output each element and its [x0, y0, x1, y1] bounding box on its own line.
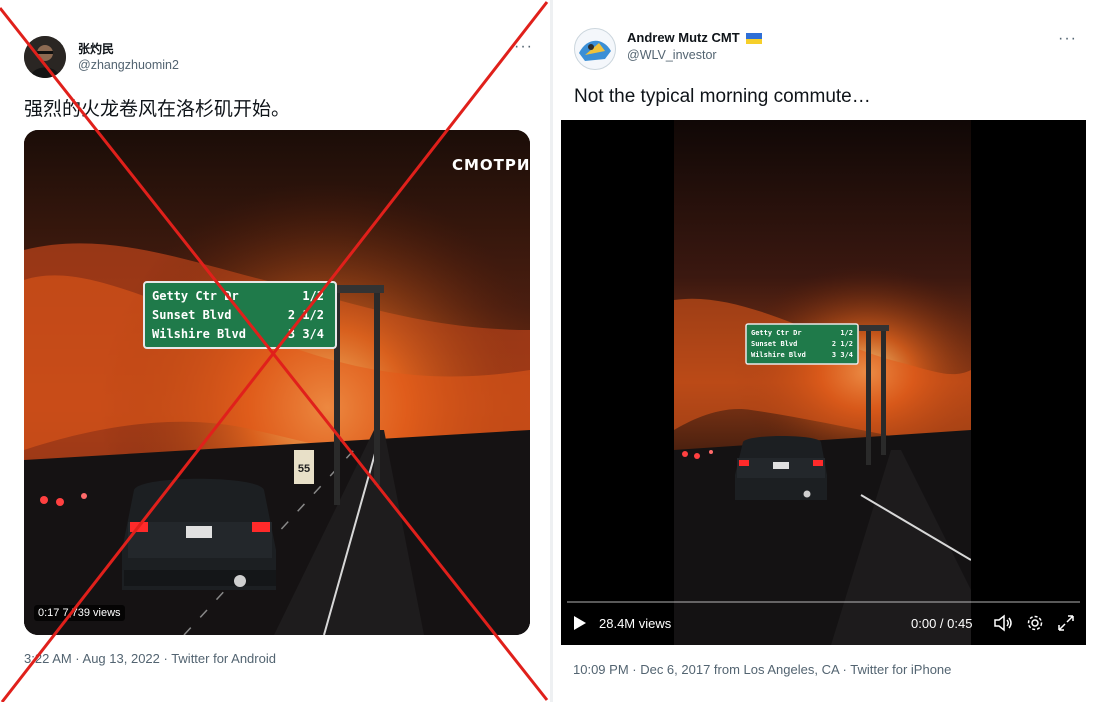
speed-limit-sign: 55	[298, 463, 310, 475]
sign-line2: Sunset Blvd	[152, 308, 231, 322]
video-progress-bar[interactable]	[567, 601, 1080, 603]
sign-line1: Getty Ctr Dr	[152, 289, 239, 303]
video-duration-views-badge: 0:17 7,739 views	[34, 605, 125, 621]
sign-line2-distance: 2 1/2	[832, 340, 853, 348]
sign-line3-distance: 3 3/4	[288, 327, 324, 341]
tweet-video[interactable]: Getty Ctr Dr Sunset Blvd Wilshire Blvd 1…	[24, 130, 530, 635]
left-tweet-card: 张灼民 @zhangzhuomin2 ··· 强烈的火龙卷风在洛杉矶开始。 Ge…	[0, 0, 548, 702]
volume-icon[interactable]	[993, 614, 1013, 635]
avatar-image	[575, 29, 615, 69]
ukraine-flag-icon	[746, 33, 762, 44]
panel-divider	[550, 0, 553, 702]
video-time: 0:00 / 0:45	[911, 616, 973, 631]
display-name[interactable]: Andrew Mutz CMT	[627, 30, 740, 45]
sign-line3: Wilshire Blvd	[152, 327, 246, 341]
settings-gear-icon[interactable]	[1026, 614, 1044, 635]
sign-line2-distance: 2 1/2	[288, 308, 324, 322]
sign-line2: Sunset Blvd	[751, 340, 797, 348]
avatar[interactable]	[574, 28, 616, 70]
more-options-icon[interactable]: ···	[514, 38, 533, 56]
avatar[interactable]	[24, 36, 66, 78]
handle[interactable]: @zhangzhuomin2	[78, 58, 179, 72]
fullscreen-icon[interactable]	[1057, 614, 1075, 635]
fire-scene-image: Getty Ctr Dr Sunset Blvd Wilshire Blvd 1…	[674, 120, 971, 645]
sign-line1: Getty Ctr Dr	[751, 329, 802, 337]
tweet-timestamp[interactable]: 10:09 PM · Dec 6, 2017 from Los Angeles,…	[573, 662, 951, 677]
tweet-text: Not the typical morning commute…	[574, 86, 871, 107]
tweet-video-player[interactable]: Getty Ctr Dr Sunset Blvd Wilshire Blvd 1…	[561, 120, 1086, 645]
sign-line1-distance: 1/2	[840, 329, 853, 337]
video-controls: 28.4M views 0:00 / 0:45	[561, 599, 1086, 645]
view-count: 28.4M views	[599, 616, 672, 631]
handle[interactable]: @WLV_investor	[627, 48, 717, 62]
right-tweet-card: Andrew Mutz CMT @WLV_investor ··· Not th…	[556, 0, 1100, 702]
fire-scene-image: Getty Ctr Dr Sunset Blvd Wilshire Blvd 1…	[24, 130, 530, 635]
sign-line3-distance: 3 3/4	[832, 351, 853, 359]
sign-line1-distance: 1/2	[302, 289, 324, 303]
avatar-image	[24, 36, 66, 78]
tweet-text: 强烈的火龙卷风在洛杉矶开始。	[24, 99, 291, 120]
tweet-timestamp[interactable]: 3:22 AM · Aug 13, 2022 · Twitter for And…	[24, 651, 276, 666]
more-options-icon[interactable]: ···	[1058, 30, 1077, 48]
display-name[interactable]: 张灼民	[78, 40, 114, 57]
channel-watermark: СМОТРИМ	[452, 156, 530, 174]
sign-line3: Wilshire Blvd	[751, 351, 806, 359]
play-icon[interactable]	[573, 615, 587, 634]
